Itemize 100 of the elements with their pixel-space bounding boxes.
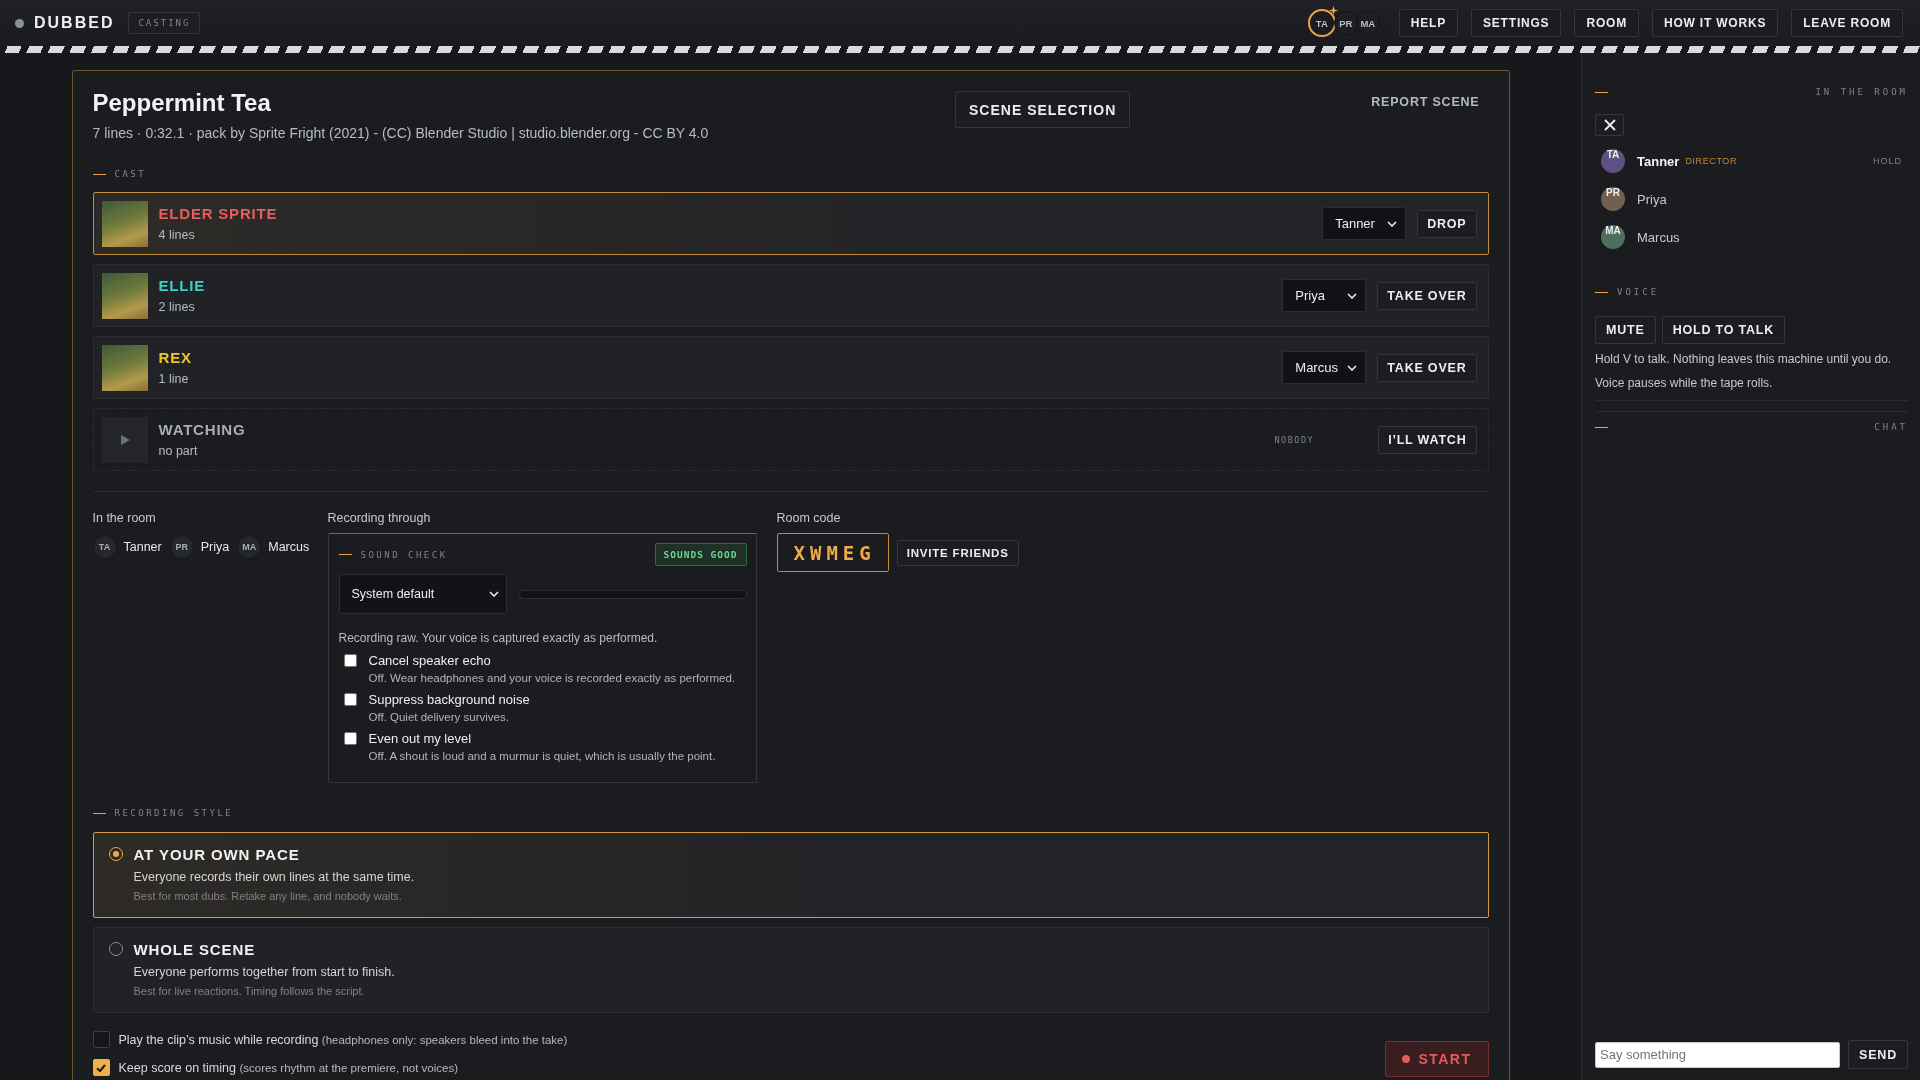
member-name: Priya [1637,191,1667,207]
nav-button[interactable]: SETTINGS [1471,9,1562,37]
scene-selection-button[interactable]: SCENE SELECTION [955,91,1131,128]
voice-button[interactable]: HOLD TO TALK [1661,316,1786,344]
nav-button[interactable]: ROOM [1574,9,1639,37]
member-name: Tanner [123,540,162,554]
nav-button[interactable]: HELP [1398,9,1458,37]
option-detail: Off. A shout is loud and a murmur is quiet, which is usually the point. [368,749,716,764]
cast-row[interactable]: ELDER SPRITE 4 lines Tanner DROP [92,192,1489,255]
mode-badge: CASTING [128,12,201,34]
option-title: WHOLE SCENE [133,940,256,959]
checkbox[interactable] [343,693,357,706]
column-label: In the room [92,511,156,525]
chevron-down-icon [1347,292,1358,299]
sparkle-icon [1328,6,1338,15]
voice-note: Hold V to talk. Nothing leaves this machine until you do. [1595,351,1893,368]
photo-placeholder [101,200,148,247]
checkbox[interactable] [343,732,357,745]
cast-row[interactable]: REX 1 line Marcus TAKE OVER [92,336,1489,399]
nav-button[interactable]: LEAVE ROOM [1791,9,1903,37]
option-detail: Off. Quiet delivery survives. [368,710,510,725]
option-description: Everyone performs together from start to finish. [133,964,395,980]
report-scene-button[interactable]: REPORT SCENE [1362,89,1489,115]
voice-button[interactable]: MUTE [1595,316,1656,344]
assignee-status: NOBODY [1274,434,1315,445]
section-label: IN THE ROOM [1815,87,1908,97]
send-button[interactable]: SEND [1848,1040,1908,1069]
option-hint: Best for most dubs. Retake any line, and nobody waits. [133,889,402,903]
dash-icon [1595,91,1608,93]
record-icon [1402,1055,1411,1063]
nav-button[interactable]: HOW IT WORKS [1651,9,1779,37]
checkbox[interactable] [92,1059,110,1076]
option-hint: Best for live reactions. Timing follows the script. [133,984,365,998]
section-label: CAST [114,169,147,179]
dash-icon [338,554,352,555]
option-label: Even out my level [368,730,473,748]
role-name: REX [158,348,192,367]
member-name: Priya [200,540,230,554]
user-avatar: PR [1333,11,1358,35]
role-name: ELLIE [158,276,205,295]
member-name: Tanner [1637,153,1680,169]
role-action-button[interactable]: TAKE OVER [1377,281,1477,310]
invite-friends-button[interactable]: INVITE FRIENDS [896,539,1019,566]
start-button[interactable]: START [1385,1041,1489,1077]
close-button[interactable] [1595,114,1624,136]
member-avatar: TA [1601,149,1625,173]
chevron-down-icon [1347,364,1358,371]
section-label: RECORDING STYLE [114,808,234,818]
option-label: Keep score on timing (scores rhythm at the premiere, not voices) [118,1060,458,1075]
option-label: Play the clip’s music while recording (headphones only: speakers bleed into the take) [118,1032,568,1047]
dash-icon [92,812,106,814]
close-icon [1603,119,1616,131]
cast-row[interactable]: WATCHING no part NOBODY I’LL WATCH [92,408,1489,471]
assignee-dropdown[interactable]: Tanner [1322,207,1407,240]
user-avatar: TA [1307,9,1336,37]
role-action-button[interactable]: I’LL WATCH [1378,425,1477,454]
dash-icon [1595,426,1608,428]
app-logo: DUBBED [34,14,115,32]
status-badge: SOUNDS GOOD [654,543,747,566]
chevron-down-icon [488,591,499,597]
section-label: CHAT [1874,422,1908,432]
role-action-button[interactable]: DROP [1417,209,1477,238]
member-avatar: PR [169,535,194,559]
member-name: Marcus [1637,229,1680,245]
scene-title: Peppermint Tea [92,89,272,117]
role-name: ELDER SPRITE [158,204,278,223]
chat-input[interactable]: Say something [1595,1041,1841,1068]
voice-note: Voice pauses while the tape rolls. [1595,375,1774,392]
dash-icon [92,173,106,175]
member-avatar: PR [1601,187,1625,211]
room-code: XWMEG [776,533,889,572]
play-icon [101,416,148,463]
recording-style-option[interactable]: WHOLE SCENE Everyone performs together from start to finish. Best for live reactions. Timing follows the script. [92,927,1489,1013]
user-avatar: MA [1355,11,1380,35]
member-name: Marcus [268,540,310,554]
member-avatar: MA [237,535,262,559]
recording-style-option[interactable]: AT YOUR OWN PACE Everyone records their own lines at the same time. Best for most dubs. Retake any line, and nobody waits. [92,832,1489,918]
line-count: no part [158,443,198,459]
cast-row[interactable]: ELLIE 2 lines Priya TAKE OVER [92,264,1489,327]
assignee-dropdown[interactable]: Marcus [1282,351,1367,384]
status-dot-icon [15,18,24,28]
assignee-dropdown[interactable]: Priya [1282,279,1367,312]
member-avatar: MA [1601,225,1625,249]
checkbox[interactable] [92,1031,110,1048]
role-tag: DIRECTOR [1685,156,1738,166]
photo-placeholder [101,344,148,391]
role-action-button[interactable]: TAKE OVER [1377,353,1477,382]
column-label: Room code [776,511,841,525]
option-description: Everyone records their own lines at the same time. [133,869,415,885]
section-label: VOICE [1617,287,1660,297]
line-count: 1 line [158,371,189,387]
device-dropdown[interactable]: System default [338,574,507,614]
member-status: HOLD [1873,156,1902,166]
photo-placeholder [101,272,148,319]
role-name: WATCHING [158,420,246,439]
column-label: Recording through [327,511,431,525]
section-label: SOUND CHECK [360,549,448,560]
line-count: 4 lines [158,227,195,243]
checkbox[interactable] [343,654,357,667]
chevron-down-icon [1387,220,1398,227]
